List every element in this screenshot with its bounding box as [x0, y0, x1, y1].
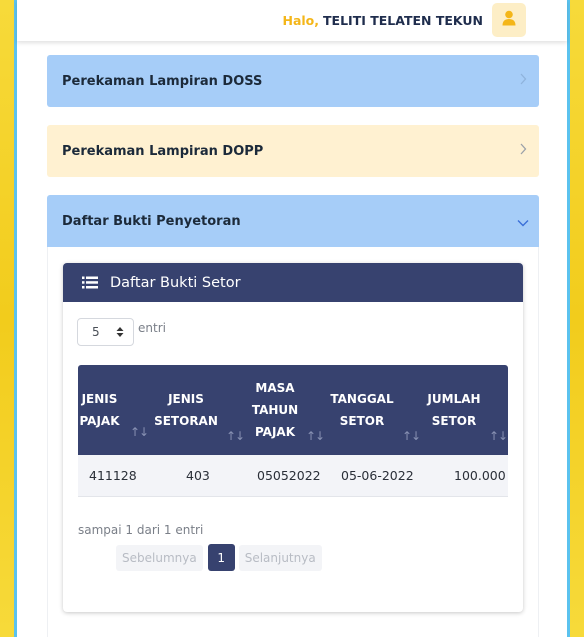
col-tanggal-setor[interactable]: TANGGAL SETOR [326, 365, 398, 455]
accordion-bukti-label: Daftar Bukti Penyetoran [62, 213, 241, 229]
col-masa-tahun-pajak[interactable]: MASA TAHUN PAJAK [245, 365, 305, 455]
chevron-right-icon [519, 73, 527, 89]
data-table: JENIS PAJAK ↑↓ JENIS SETORAN ↑↓ MASA TAHUN P… [78, 365, 508, 497]
col-label: TAHUN [251, 403, 299, 417]
sort-icon: ↑↓ [306, 429, 325, 443]
frame-border-right [567, 0, 570, 637]
cell-masa-tahun-pajak: 05052022 [257, 468, 321, 483]
cell-jenis-setoran: 403 [186, 468, 210, 483]
col-label: TANGGAL [330, 392, 394, 406]
col-label: SETOR [339, 414, 385, 428]
content-panel: Halo, TELITI TELATEN TEKUN Perekaman Lamp… [17, 0, 567, 637]
col-label: JUMLAH [427, 392, 481, 406]
sort-icon: ↑↓ [489, 429, 508, 443]
col-label: SETORAN [154, 414, 218, 428]
select-sort-icon [116, 326, 124, 341]
background-right [568, 0, 584, 637]
col-label: JENIS [168, 392, 204, 406]
col-label: PAJAK [79, 414, 120, 428]
table-header: JENIS PAJAK ↑↓ JENIS SETORAN ↑↓ MASA TAHUN P… [78, 365, 508, 455]
user-name: TELITI TELATEN TEKUN [323, 13, 483, 28]
accordion-bukti-penyetoran[interactable]: Daftar Bukti Penyetoran [47, 195, 539, 247]
chevron-down-icon [517, 216, 529, 231]
col-label: JENIS [81, 392, 118, 406]
user-icon [502, 10, 516, 30]
sort-icon: ↑↓ [402, 429, 421, 443]
accordion-dopp-label: Perekaman Lampiran DOPP [62, 143, 264, 159]
entries-value: 5 [92, 325, 100, 339]
col-jenis-setoran[interactable]: JENIS SETORAN [148, 365, 224, 455]
entries-label: entri [138, 321, 166, 335]
cell-jenis-pajak: 411128 [89, 468, 137, 483]
col-label: MASA [255, 381, 295, 395]
page-1-button[interactable]: 1 [207, 544, 235, 571]
card-title: Daftar Bukti Setor [110, 274, 241, 291]
entries-select[interactable]: 5 [77, 318, 134, 346]
table-info: sampai 1 dari 1 entri [78, 523, 204, 537]
col-jumlah-setor[interactable]: JUMLAH SETOR [421, 365, 487, 455]
col-jenis-pajak[interactable]: JENIS PAJAK ↑↓ [78, 365, 149, 455]
list-icon [82, 276, 98, 289]
card-header: Daftar Bukti Setor [63, 263, 523, 302]
cell-jumlah-setor: 100.000 [454, 468, 506, 483]
next-page-button[interactable]: Selanjutnya [238, 544, 322, 571]
prev-page-button[interactable]: Sebelumnya [116, 544, 203, 571]
length-menu: 5 entri [77, 318, 166, 346]
chevron-right-icon [519, 143, 527, 159]
accordion-doss-label: Perekaman Lampiran DOSS [62, 73, 263, 89]
accordion-dopp[interactable]: Perekaman Lampiran DOPP [47, 125, 539, 177]
cell-tanggal-setor: 05-06-2022 [341, 468, 414, 483]
table-row: 411128 403 05052022 05-06-2022 100.000 [78, 455, 508, 497]
user-greeting[interactable]: Halo, TELITI TELATEN TEKUN [283, 13, 484, 28]
accordion-doss[interactable]: Perekaman Lampiran DOSS [47, 55, 539, 107]
greeting-prefix: Halo, [282, 13, 320, 28]
col-label: SETOR [431, 414, 477, 428]
sort-icon: ↑↓ [130, 425, 149, 439]
sort-icon: ↑↓ [226, 429, 245, 443]
topbar: Halo, TELITI TELATEN TEKUN [17, 0, 567, 41]
bukti-setor-card: Daftar Bukti Setor 5 entri JENIS PAJAK ↑↓… [63, 263, 523, 612]
avatar[interactable] [492, 3, 526, 37]
col-label: PAJAK [254, 425, 296, 439]
pagination: Sebelumnya 1 Selanjutnya [116, 544, 322, 571]
